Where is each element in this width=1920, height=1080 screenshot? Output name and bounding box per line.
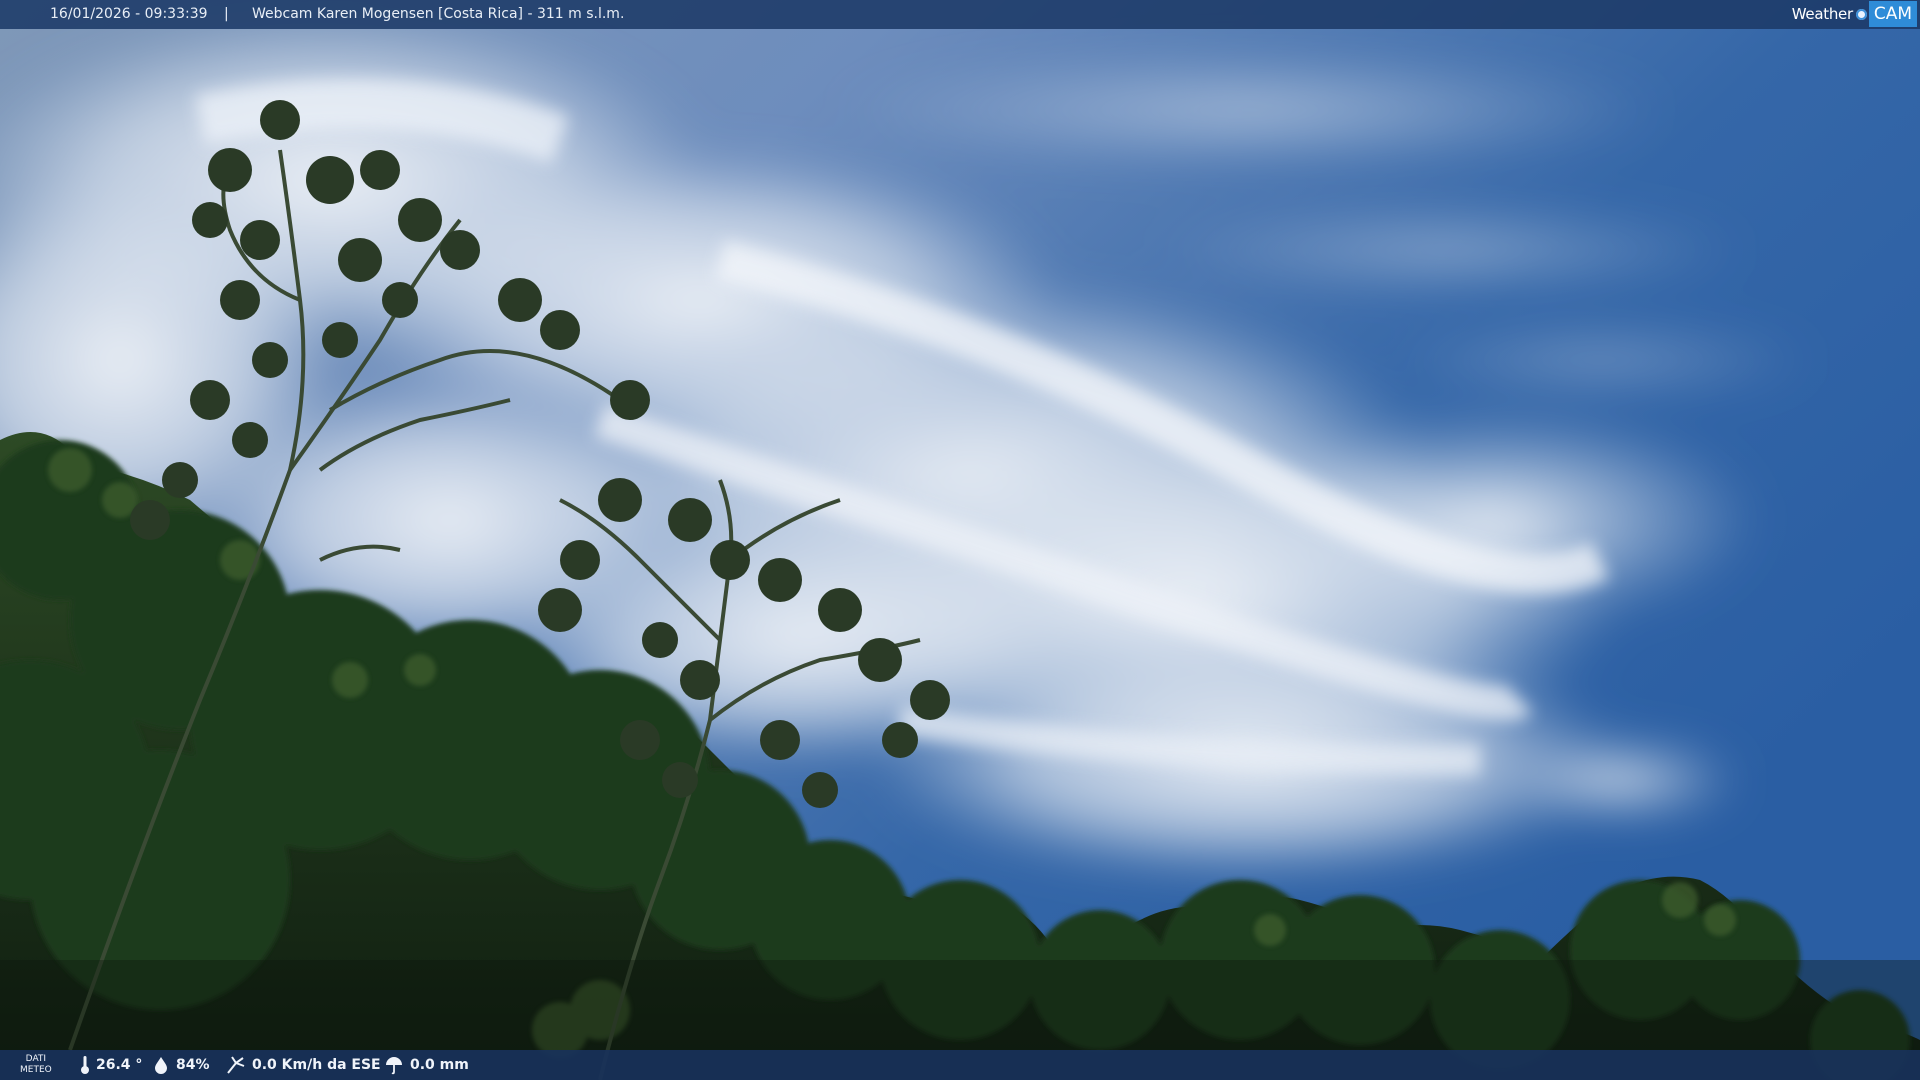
rain-value: 0.0 mm (410, 1057, 469, 1073)
wind-value: 0.0 Km/h da ESE (252, 1057, 381, 1073)
droplet-icon (155, 1057, 167, 1074)
logo-cam-text: CAM (1868, 1, 1917, 27)
umbrella-icon (386, 1057, 402, 1075)
wind-reading: 0.0 Km/h da ESE (226, 1050, 381, 1080)
thermometer-icon (81, 1056, 89, 1074)
weather-data-label: DATI METEO (20, 1054, 52, 1076)
temperature-value: 26.4 ° (96, 1057, 143, 1073)
top-info-bar: 16/01/2026 - 09:33:39 | Webcam Karen Mog… (0, 0, 1920, 29)
humidity-value: 84% (176, 1057, 210, 1073)
timestamp: 16/01/2026 - 09:33:39 (50, 6, 208, 22)
logo-dot-icon (1855, 8, 1867, 20)
weathercam-logo[interactable]: Weather CAM (1792, 1, 1917, 27)
rain-reading: 0.0 mm (384, 1050, 469, 1080)
temperature-reading: 26.4 ° (80, 1050, 142, 1080)
webcam-frame: 16/01/2026 - 09:33:39 | Webcam Karen Mog… (0, 0, 1920, 1080)
weather-data-label-line1: DATI (25, 1054, 47, 1064)
webcam-image (0, 0, 1920, 1080)
wind-icon (227, 1056, 245, 1074)
webcam-title: Webcam Karen Mogensen [Costa Rica] - 311… (252, 6, 625, 22)
weather-data-bar: DATI METEO 26.4 ° 84% 0.0 Km/h da ESE 0.… (0, 1050, 1920, 1080)
logo-weather-text: Weather (1791, 5, 1853, 23)
humidity-reading: 84% (152, 1050, 210, 1080)
separator: | (224, 6, 229, 22)
weather-data-label-line2: METEO (20, 1065, 52, 1075)
